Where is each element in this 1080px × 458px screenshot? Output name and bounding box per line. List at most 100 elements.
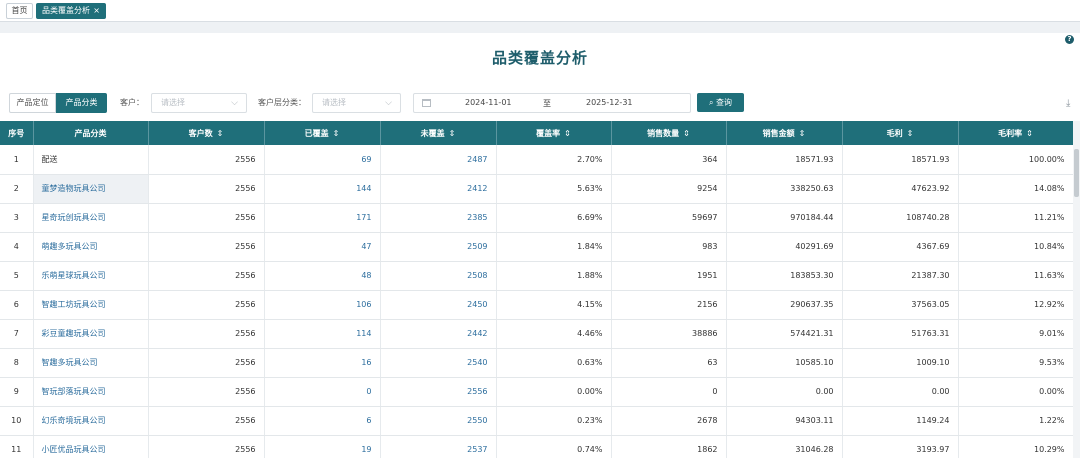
- cell-covered[interactable]: 171: [264, 203, 381, 233]
- cell-coverage-rate: 6.69%: [496, 203, 612, 233]
- cell-covered[interactable]: 114: [264, 319, 381, 349]
- cell-margin-rate: 0.00%: [958, 377, 1074, 407]
- table-row[interactable]: 8 智趣多玩具公司 2556 16 2540 0.63% 63 10585.10 1009.10…: [0, 348, 1074, 378]
- sort-icon[interactable]: ⇕: [564, 129, 571, 138]
- help-icon[interactable]: ?: [1065, 35, 1074, 44]
- query-button[interactable]: ⌕ 查询: [697, 93, 744, 112]
- toggle-product-position[interactable]: 产品定位: [9, 93, 56, 113]
- scrollbar-thumb[interactable]: [1074, 149, 1079, 197]
- header-sales-amount[interactable]: 销售金额 ⇕: [726, 121, 843, 145]
- sort-icon[interactable]: ⇕: [333, 129, 340, 138]
- cell-covered[interactable]: 106: [264, 290, 381, 320]
- cell-coverage-rate: 0.00%: [496, 377, 612, 407]
- cell-covered[interactable]: 47: [264, 232, 381, 262]
- close-icon[interactable]: ×: [93, 4, 100, 18]
- customer-select[interactable]: 请选择 ⌵: [151, 93, 247, 113]
- cell-category[interactable]: 萌趣多玩具公司: [33, 232, 149, 262]
- header-label: 销售数量: [647, 128, 680, 138]
- table-row[interactable]: 6 智趣工坊玩具公司 2556 106 2450 4.15% 2156 290637.35 37…: [0, 290, 1074, 320]
- tab-category-coverage[interactable]: 品类覆盖分析 ×: [36, 3, 106, 19]
- cell-customer-count: 2556: [148, 348, 265, 378]
- header-sales-qty[interactable]: 销售数量 ⇕: [611, 121, 727, 145]
- table-row[interactable]: 4 萌趣多玩具公司 2556 47 2509 1.84% 983 40291.69 4367.6…: [0, 232, 1074, 262]
- cell-index: 6: [0, 290, 34, 320]
- toggle-product-category[interactable]: 产品分类: [56, 93, 107, 113]
- header-gross-profit[interactable]: 毛利 ⇕: [842, 121, 959, 145]
- header-customer-count[interactable]: 客户数 ⇕: [148, 121, 265, 145]
- sort-icon[interactable]: ⇕: [449, 129, 456, 138]
- table-row[interactable]: 7 彩豆童趣玩具公司 2556 114 2442 4.46% 38886 574421.31 5…: [0, 319, 1074, 349]
- cell-coverage-rate: 5.63%: [496, 174, 612, 204]
- table-row[interactable]: 1 配送 2556 69 2487 2.70% 364 18571.93 18571.93 100…: [0, 145, 1074, 175]
- cell-covered[interactable]: 19: [264, 435, 381, 458]
- cell-covered[interactable]: 48: [264, 261, 381, 291]
- sort-icon[interactable]: ⇕: [683, 129, 690, 138]
- cell-category[interactable]: 智趣工坊玩具公司: [33, 290, 149, 320]
- cell-customer-count: 2556: [148, 377, 265, 407]
- cell-category[interactable]: 智趣多玩具公司: [33, 348, 149, 378]
- cell-category[interactable]: 童梦造物玩具公司: [33, 174, 149, 204]
- sort-icon[interactable]: ⇕: [1026, 129, 1033, 138]
- cell-customer-count: 2556: [148, 203, 265, 233]
- customer-layer-select[interactable]: 请选择 ⌵: [312, 93, 401, 113]
- cell-uncovered[interactable]: 2508: [380, 261, 497, 291]
- table-header-row: 序号 产品分类 客户数 ⇕ 已覆盖 ⇕ 未覆盖 ⇕ 覆盖率 ⇕ 销售数量 ⇕ 销售金额 ⇕ 毛利 ⇕ 毛利率 ⇕: [0, 121, 1074, 145]
- header-uncovered[interactable]: 未覆盖 ⇕: [380, 121, 497, 145]
- cell-index: 8: [0, 348, 34, 378]
- download-icon[interactable]: ⤓: [1066, 99, 1075, 109]
- cell-gross-profit: 21387.30: [842, 261, 959, 291]
- cell-index: 10: [0, 406, 34, 436]
- cell-covered[interactable]: 6: [264, 406, 381, 436]
- sort-icon[interactable]: ⇕: [799, 129, 806, 138]
- cell-category[interactable]: 幻乐奇境玩具公司: [33, 406, 149, 436]
- cell-uncovered[interactable]: 2487: [380, 145, 497, 175]
- cell-uncovered[interactable]: 2537: [380, 435, 497, 458]
- sort-icon[interactable]: ⇕: [907, 129, 914, 138]
- table-row[interactable]: 10 幻乐奇境玩具公司 2556 6 2550 0.23% 2678 94303.11 1149…: [0, 406, 1074, 436]
- cell-margin-rate: 12.92%: [958, 290, 1074, 320]
- vertical-scrollbar[interactable]: [1073, 121, 1080, 458]
- cell-uncovered[interactable]: 2412: [380, 174, 497, 204]
- cell-uncovered[interactable]: 2450: [380, 290, 497, 320]
- cell-category[interactable]: 智玩部落玩具公司: [33, 377, 149, 407]
- cell-gross-profit: 51763.31: [842, 319, 959, 349]
- tab-home[interactable]: 首页: [6, 3, 33, 19]
- table-row[interactable]: 11 小匠优品玩具公司 2556 19 2537 0.74% 1862 31046.28 319…: [0, 435, 1074, 458]
- cell-uncovered[interactable]: 2442: [380, 319, 497, 349]
- cell-category[interactable]: 小匠优品玩具公司: [33, 435, 149, 458]
- date-end[interactable]: 2025-12-31: [586, 98, 633, 107]
- cell-margin-rate: 100.00%: [958, 145, 1074, 175]
- header-margin-rate[interactable]: 毛利率 ⇕: [958, 121, 1074, 145]
- cell-covered[interactable]: 144: [264, 174, 381, 204]
- cell-uncovered[interactable]: 2385: [380, 203, 497, 233]
- sort-icon[interactable]: ⇕: [217, 129, 224, 138]
- table-row[interactable]: 9 智玩部落玩具公司 2556 0 2556 0.00% 0 0.00 0.00 0.00%: [0, 377, 1074, 407]
- table-row[interactable]: 5 乐萌星球玩具公司 2556 48 2508 1.88% 1951 183853.30 213…: [0, 261, 1074, 291]
- cell-uncovered[interactable]: 2550: [380, 406, 497, 436]
- header-covered[interactable]: 已覆盖 ⇕: [264, 121, 381, 145]
- cell-category[interactable]: 乐萌星球玩具公司: [33, 261, 149, 291]
- date-start[interactable]: 2024-11-01: [465, 98, 512, 107]
- cell-margin-rate: 11.21%: [958, 203, 1074, 233]
- header-coverage-rate[interactable]: 覆盖率 ⇕: [496, 121, 612, 145]
- cell-sales-qty: 364: [611, 145, 727, 175]
- cell-uncovered[interactable]: 2540: [380, 348, 497, 378]
- header-index: 序号: [0, 121, 34, 145]
- cell-category[interactable]: 彩豆童趣玩具公司: [33, 319, 149, 349]
- cell-coverage-rate: 2.70%: [496, 145, 612, 175]
- cell-sales-amount: 290637.35: [726, 290, 843, 320]
- cell-category[interactable]: 星奇玩创玩具公司: [33, 203, 149, 233]
- cell-covered[interactable]: 69: [264, 145, 381, 175]
- table-row[interactable]: 3 星奇玩创玩具公司 2556 171 2385 6.69% 59697 970184.44 1…: [0, 203, 1074, 233]
- cell-covered[interactable]: 16: [264, 348, 381, 378]
- cell-uncovered[interactable]: 2556: [380, 377, 497, 407]
- cell-gross-profit: 1149.24: [842, 406, 959, 436]
- date-range-picker[interactable]: 2024-11-01 至 2025-12-31: [413, 93, 691, 113]
- cell-customer-count: 2556: [148, 435, 265, 458]
- table-row[interactable]: 2 童梦造物玩具公司 2556 144 2412 5.63% 9254 338250.63 47…: [0, 174, 1074, 204]
- cell-uncovered[interactable]: 2509: [380, 232, 497, 262]
- cell-margin-rate: 10.84%: [958, 232, 1074, 262]
- cell-coverage-rate: 1.84%: [496, 232, 612, 262]
- header-label: 客户数: [188, 128, 213, 138]
- cell-covered[interactable]: 0: [264, 377, 381, 407]
